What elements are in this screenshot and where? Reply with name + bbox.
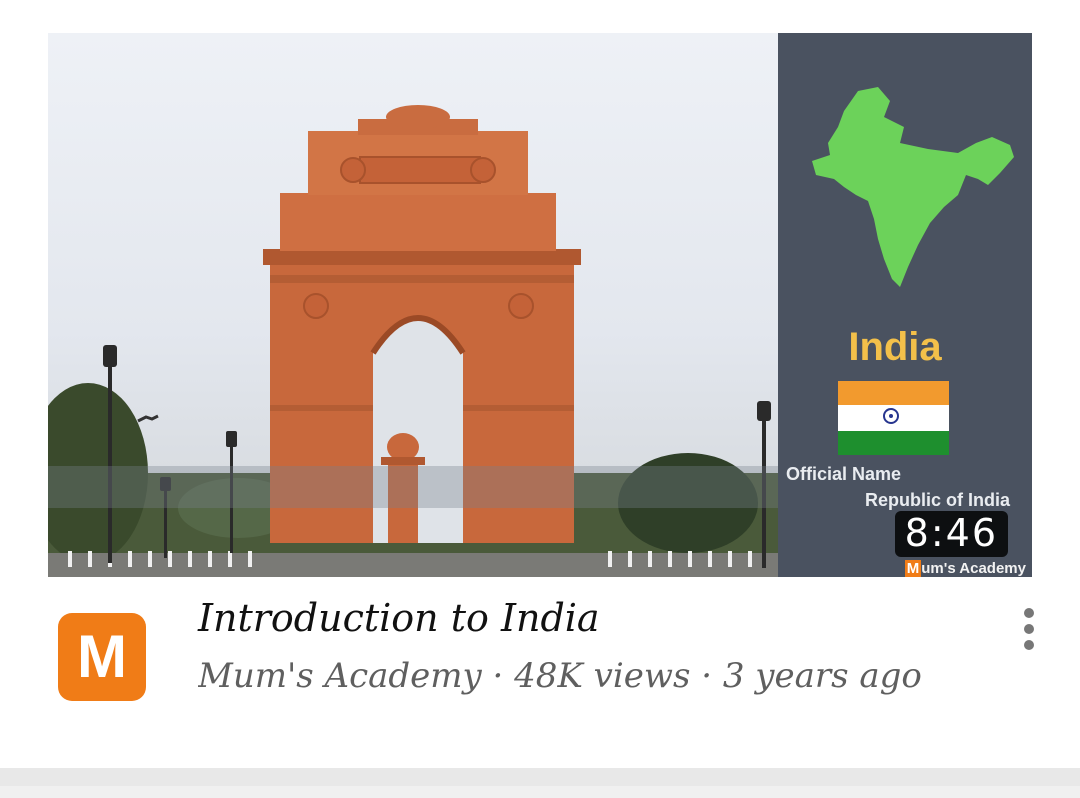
divider-bar [0, 768, 1080, 798]
channel-avatar[interactable]: M [58, 613, 146, 701]
india-map-icon [812, 87, 1014, 287]
country-name: India [848, 325, 942, 369]
duration-badge: 8:46 [894, 511, 1008, 557]
channel-watermark: Mum's Academy [904, 560, 1026, 577]
video-meta: Mum's Academy · 48K views · 3 years ago [198, 656, 922, 696]
watermark-logo: M [904, 560, 922, 577]
more-vert-icon[interactable] [1014, 604, 1044, 654]
thumbnail-photo-india-gate [48, 33, 778, 577]
video-thumbnail[interactable]: India Official Name Republic of India Mu… [48, 33, 1032, 577]
official-name-label: Official Name [786, 464, 902, 484]
video-title[interactable]: Introduction to India [198, 596, 600, 640]
info-panel: India Official Name Republic of India Mu… [778, 33, 1032, 577]
overlay-band [48, 466, 778, 508]
india-flag-icon [838, 381, 949, 455]
official-name-value: Republic of India [864, 490, 1010, 510]
watermark-text: um's Academy [921, 560, 1026, 577]
